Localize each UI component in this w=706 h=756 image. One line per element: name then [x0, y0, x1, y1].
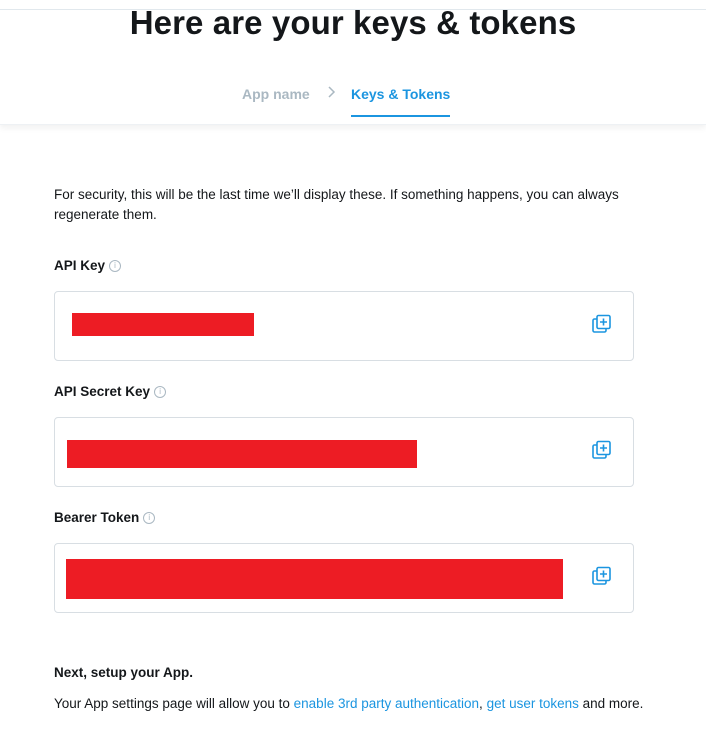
page-header: Here are your keys & tokens App name Key…	[0, 0, 706, 125]
chevron-right-icon	[326, 85, 336, 103]
enable-3rd-party-auth-link[interactable]: enable 3rd party authentication	[294, 696, 479, 711]
bearer-token-label: Bearer Token i	[54, 510, 156, 525]
step-indicator: App name Keys & Tokens	[0, 86, 706, 124]
api-secret-key-label: API Secret Key i	[54, 384, 167, 399]
next-text-suffix: and more.	[578, 696, 644, 711]
info-icon[interactable]: i	[154, 386, 167, 399]
api-key-redacted-value	[72, 313, 254, 336]
step-keys-tokens[interactable]: Keys & Tokens	[351, 86, 451, 117]
get-user-tokens-link[interactable]: get user tokens	[487, 696, 579, 711]
api-secret-key-label-text: API Secret Key	[54, 384, 151, 399]
next-steps-heading: Next, setup your App.	[54, 665, 194, 680]
copy-bearer-token-button[interactable]	[591, 566, 613, 588]
api-secret-key-redacted-value	[67, 440, 417, 468]
next-text-separator: ,	[479, 696, 487, 711]
api-secret-key-field[interactable]	[54, 417, 634, 487]
api-key-field[interactable]	[54, 291, 634, 361]
next-steps-text: Your App settings page will allow you to…	[54, 694, 654, 714]
step-app-name[interactable]: App name	[242, 86, 310, 102]
info-icon[interactable]: i	[143, 512, 156, 525]
api-key-label: API Key i	[54, 258, 122, 273]
copy-api-key-button[interactable]	[591, 314, 613, 336]
copy-api-secret-key-button[interactable]	[591, 440, 613, 462]
bearer-token-field[interactable]	[54, 543, 634, 613]
copy-icon	[592, 440, 611, 459]
info-icon[interactable]: i	[109, 260, 122, 273]
page-title: Here are your keys & tokens	[129, 4, 577, 41]
copy-icon	[592, 314, 611, 333]
copy-icon	[592, 566, 611, 585]
next-text-prefix: Your App settings page will allow you to	[54, 696, 294, 711]
bearer-token-redacted-value	[66, 559, 563, 599]
api-key-label-text: API Key	[54, 258, 106, 273]
bearer-token-label-text: Bearer Token	[54, 510, 140, 525]
security-notice: For security, this will be the last time…	[54, 187, 619, 222]
